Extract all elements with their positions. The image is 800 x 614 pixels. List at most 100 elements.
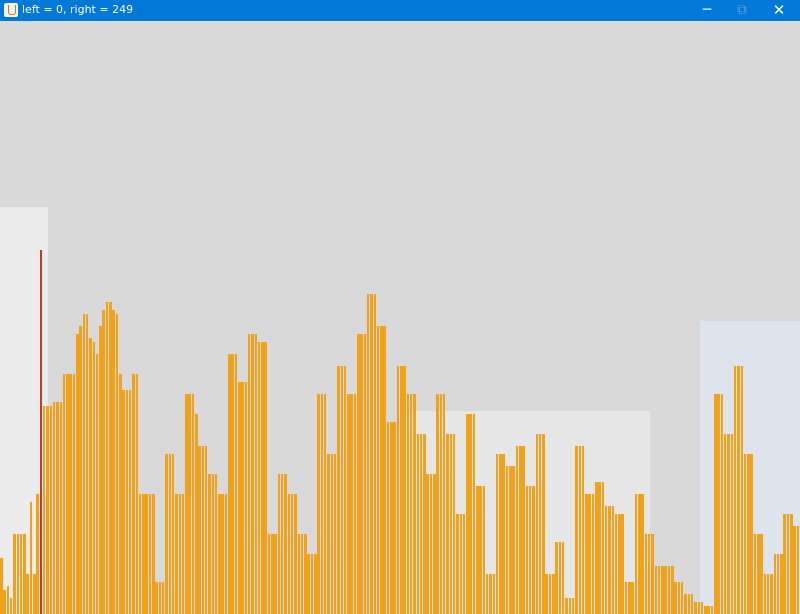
bar: [211, 474, 215, 614]
bar: [644, 534, 648, 614]
bar: [69, 374, 72, 614]
bar: [6, 586, 10, 614]
bar: [257, 342, 261, 614]
bar: [304, 534, 307, 614]
bar: [191, 394, 195, 614]
bar: [776, 554, 780, 614]
bar: [406, 394, 410, 614]
bar: [142, 494, 145, 614]
bar: [29, 502, 33, 614]
bar: [152, 494, 155, 614]
bar: [19, 534, 23, 614]
close-button[interactable]: ✕: [762, 0, 796, 21]
bar: [631, 582, 634, 614]
bar: [201, 446, 205, 614]
bar: [52, 402, 56, 614]
bar: [585, 494, 588, 614]
bar: [323, 394, 327, 614]
bar: [439, 394, 443, 614]
bar: [178, 494, 181, 614]
bar: [737, 366, 740, 614]
bar: [244, 382, 248, 614]
bar: [340, 366, 343, 614]
bar: [571, 598, 575, 614]
bar: [512, 466, 515, 614]
bar: [773, 554, 777, 614]
bar: [641, 494, 644, 614]
bar: [684, 594, 687, 614]
bar: [46, 406, 49, 614]
bar: [119, 374, 122, 614]
bar: [380, 326, 383, 614]
bar: [740, 366, 743, 614]
bar: [112, 310, 115, 614]
bar: [595, 482, 598, 614]
bar: [128, 390, 132, 614]
bar: [538, 434, 542, 614]
bar: [218, 494, 221, 614]
bar: [238, 382, 241, 614]
bar: [661, 566, 664, 614]
bar: [614, 514, 618, 614]
bar: [509, 466, 512, 614]
bar: [548, 574, 552, 614]
bar: [347, 394, 350, 614]
bar: [85, 314, 89, 614]
bar: [125, 390, 129, 614]
bar: [102, 310, 105, 614]
bar: [694, 602, 697, 614]
bar: [95, 354, 99, 614]
bar: [743, 454, 747, 614]
bar: [3, 590, 6, 614]
maximize-button[interactable]: ⧉: [725, 0, 759, 21]
bar: [492, 574, 496, 614]
bar: [59, 402, 62, 614]
bar: [320, 394, 324, 614]
bar: [485, 574, 489, 614]
bar: [664, 566, 667, 614]
bar: [515, 446, 519, 614]
bar: [552, 574, 555, 614]
minimize-button[interactable]: ─: [690, 0, 724, 21]
bar: [476, 486, 479, 614]
bar: [115, 314, 119, 614]
bar: [155, 582, 158, 614]
bar: [680, 582, 684, 614]
bar: [353, 394, 357, 614]
title-bar[interactable]: left = 0, right = 249 ─ ⧉ ✕: [0, 0, 800, 21]
bar: [442, 394, 446, 614]
bar: [284, 474, 287, 614]
bar: [611, 506, 615, 614]
bar: [618, 514, 621, 614]
bar: [555, 542, 558, 614]
bar: [171, 454, 175, 614]
bar: [436, 394, 439, 614]
bar: [390, 422, 393, 614]
bar: [657, 566, 661, 614]
bar: [13, 534, 16, 614]
bar: [651, 534, 654, 614]
bar: [429, 474, 433, 614]
bar: [376, 326, 380, 614]
bar: [158, 582, 162, 614]
bar: [697, 602, 701, 614]
bar: [82, 314, 86, 614]
bar: [535, 434, 539, 614]
bar: [760, 534, 763, 614]
bar: [783, 514, 786, 614]
bar: [449, 434, 453, 614]
bar: [532, 486, 535, 614]
bar: [231, 354, 234, 614]
bar: [185, 394, 188, 614]
bar: [505, 466, 509, 614]
bar: [419, 434, 423, 614]
bar: [234, 354, 238, 614]
bar: [208, 474, 211, 614]
bar: [360, 334, 363, 614]
bar: [300, 534, 304, 614]
window-title: left = 0, right = 249: [22, 3, 134, 16]
bar: [730, 434, 734, 614]
bar: [148, 494, 152, 614]
bar: [671, 566, 674, 614]
bar: [383, 326, 386, 614]
